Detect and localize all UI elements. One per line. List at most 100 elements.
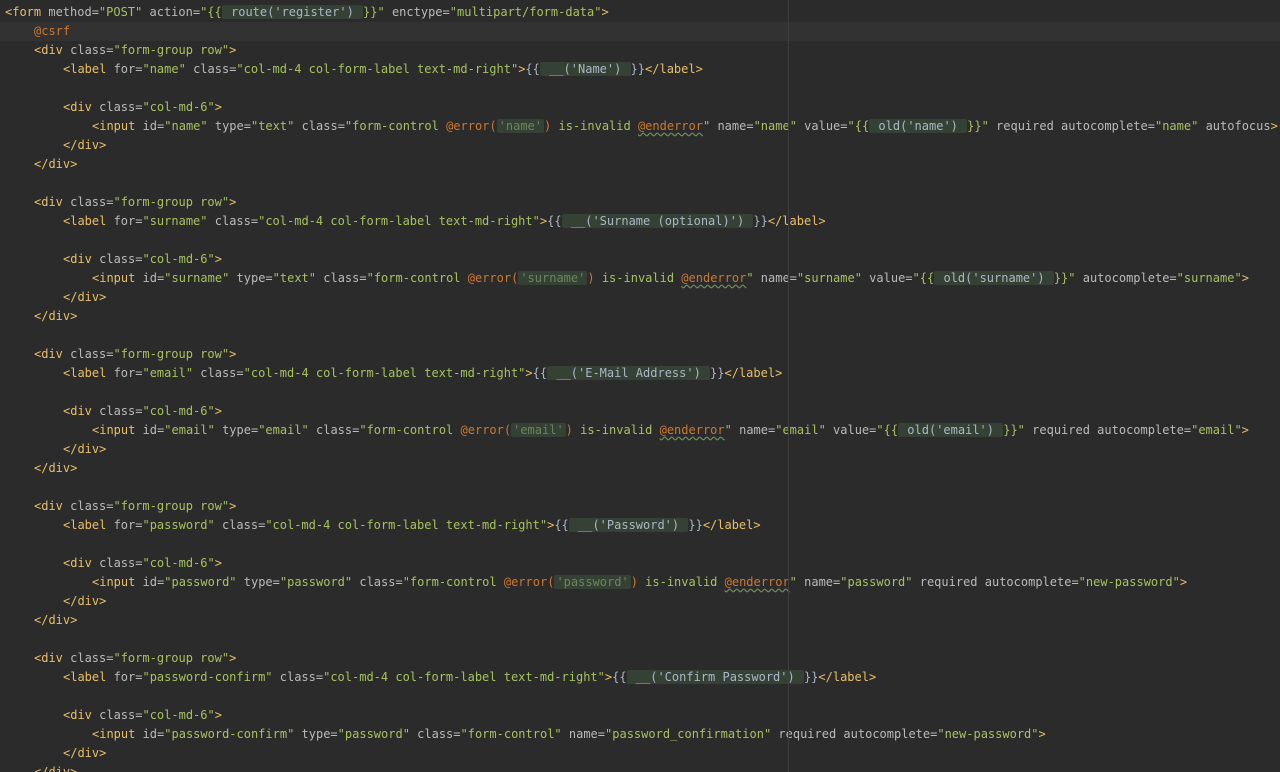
code-token: enctype= (384, 5, 450, 19)
code-token: value= (825, 423, 877, 437)
code-token: class= (185, 62, 237, 76)
code-line[interactable]: <input id="password-confirm" type="passw… (0, 725, 1280, 744)
code-line[interactable] (0, 478, 1280, 497)
code-line[interactable]: <div class="form-group row"> (0, 345, 1280, 364)
code-token: <div (63, 100, 92, 114)
code-token: </label> (702, 518, 761, 532)
code-line[interactable] (0, 79, 1280, 98)
code-token: "name" (142, 62, 186, 76)
code-token: "form-group row" (113, 195, 230, 209)
code-token: }} (803, 670, 819, 684)
code-token: "col-md-6" (142, 404, 215, 418)
code-token: > (214, 252, 222, 266)
code-token: <input (92, 727, 136, 741)
code-token: class= (62, 43, 114, 57)
code-token: {{ (532, 366, 548, 380)
code-line[interactable] (0, 630, 1280, 649)
code-token: class= (214, 518, 266, 532)
code-line[interactable] (0, 231, 1280, 250)
code-token: id= (135, 575, 165, 589)
code-token: value= (796, 119, 848, 133)
code-token: old('name') (869, 119, 968, 133)
code-token: __('Password') (568, 518, 689, 532)
code-token: "name" (753, 119, 797, 133)
code-line[interactable]: @csrf (0, 22, 1280, 41)
code-token: id= (135, 271, 165, 285)
code-line[interactable] (0, 174, 1280, 193)
code-line[interactable]: <div class="form-group row"> (0, 41, 1280, 60)
code-token: old('email') (898, 423, 1004, 437)
code-token: </div> (34, 765, 78, 772)
code-token: type= (214, 423, 259, 437)
code-line[interactable]: <div class="col-md-6"> (0, 98, 1280, 117)
code-line[interactable] (0, 535, 1280, 554)
code-token: required autocomplete= (988, 119, 1155, 133)
code-token: 'password' (554, 575, 631, 589)
code-line[interactable]: <div class="col-md-6"> (0, 706, 1280, 725)
code-line[interactable]: <div class="col-md-6"> (0, 402, 1280, 421)
code-line[interactable]: </div> (0, 763, 1280, 772)
code-line[interactable]: <label for="surname" class="col-md-4 col… (0, 212, 1280, 231)
code-token: <label (63, 62, 107, 76)
code-line[interactable]: </div> (0, 592, 1280, 611)
code-token: > (1179, 575, 1188, 589)
code-token: class= (91, 252, 143, 266)
code-token: </label> (818, 670, 877, 684)
code-token: <label (63, 214, 107, 228)
code-token: "password" (279, 575, 353, 589)
code-line[interactable]: </div> (0, 459, 1280, 478)
code-line[interactable]: <input id="email" type="email" class="fo… (0, 421, 1280, 440)
code-token: route('register') (221, 5, 364, 19)
code-token: is-invalid (551, 119, 638, 133)
code-line[interactable]: <label for="password" class="col-md-4 co… (0, 516, 1280, 535)
code-token: > (229, 195, 237, 209)
code-token: 'name' (496, 119, 545, 133)
code-line[interactable]: <input id="name" type="text" class="form… (0, 117, 1280, 136)
code-line[interactable]: <input id="password" type="password" cla… (0, 573, 1280, 592)
code-token: method= (41, 5, 99, 19)
code-line[interactable]: <form method="POST" action="{{ route('re… (0, 3, 1280, 22)
code-line[interactable] (0, 326, 1280, 345)
code-line[interactable]: </div> (0, 440, 1280, 459)
code-token: "{{ (912, 271, 935, 285)
code-token: }}" (1053, 271, 1076, 285)
code-token: type= (236, 575, 280, 589)
code-token: "name" (1154, 119, 1199, 133)
code-token: "email" (142, 366, 194, 380)
code-token: > (1038, 727, 1046, 741)
code-token: "col-md-4 col-form-label text-md-right" (265, 518, 548, 532)
code-line[interactable]: </div> (0, 744, 1280, 763)
code-token: <label (63, 670, 107, 684)
code-line[interactable]: <div class="form-group row"> (0, 193, 1280, 212)
code-token: "email" (258, 423, 309, 437)
code-line[interactable]: <label for="name" class="col-md-4 col-fo… (0, 60, 1280, 79)
code-line[interactable]: <div class="form-group row"> (0, 649, 1280, 668)
code-token: " (746, 271, 754, 285)
code-token: "col-md-6" (142, 708, 215, 722)
code-token: {{ (554, 518, 569, 532)
code-line[interactable]: </div> (0, 611, 1280, 630)
code-token: "email" (1191, 423, 1242, 437)
code-token: " (724, 423, 732, 437)
code-line[interactable]: <label for="password-confirm" class="col… (0, 668, 1280, 687)
code-token: "POST" (98, 5, 143, 19)
code-editor[interactable]: <form method="POST" action="{{ route('re… (0, 0, 1280, 772)
code-token: </div> (34, 461, 78, 475)
code-line[interactable]: </div> (0, 136, 1280, 155)
code-token: </label> (645, 62, 703, 76)
code-token: > (229, 499, 237, 513)
code-token: required autocomplete= (912, 575, 1079, 589)
code-token: }} (630, 62, 646, 76)
code-line[interactable]: <label for="email" class="col-md-4 col-f… (0, 364, 1280, 383)
code-token: "new-password" (1078, 575, 1180, 589)
code-line[interactable]: <div class="col-md-6"> (0, 554, 1280, 573)
code-line[interactable]: <input id="surname" type="text" class="f… (0, 269, 1280, 288)
code-line[interactable] (0, 687, 1280, 706)
code-line[interactable]: </div> (0, 288, 1280, 307)
code-line[interactable] (0, 383, 1280, 402)
code-line[interactable]: </div> (0, 307, 1280, 326)
code-line[interactable]: </div> (0, 155, 1280, 174)
code-token: is-invalid (572, 423, 660, 437)
code-line[interactable]: <div class="col-md-6"> (0, 250, 1280, 269)
code-line[interactable]: <div class="form-group row"> (0, 497, 1280, 516)
